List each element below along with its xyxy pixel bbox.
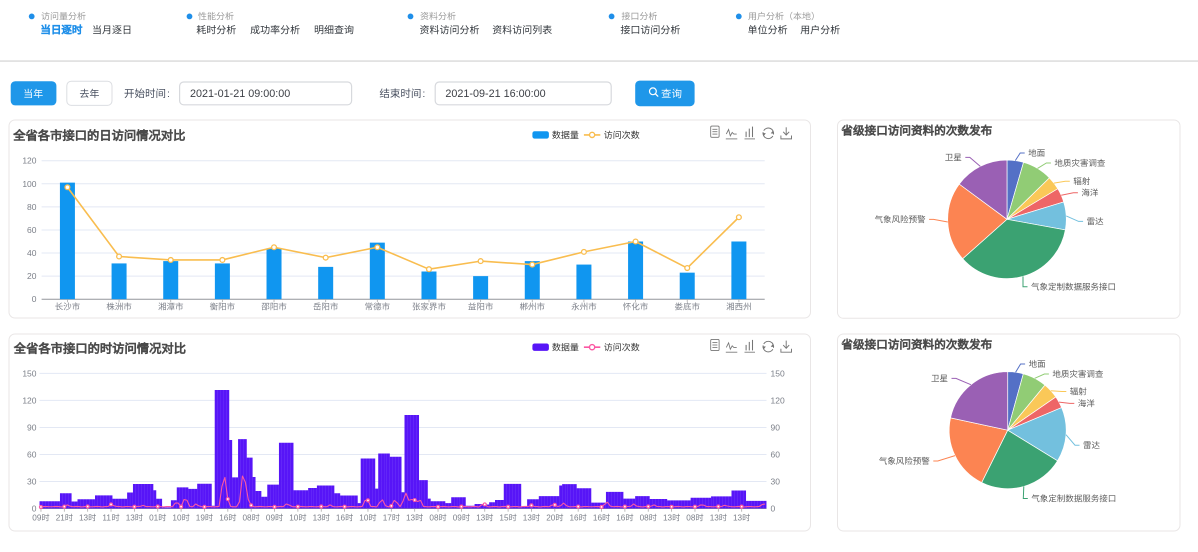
svg-text:13: 13	[733, 514, 743, 523]
svg-text:13: 13	[126, 514, 136, 523]
svg-text:2021-01-21 09:00:00: 2021-01-21 09:00:00	[190, 88, 290, 100]
svg-text:13: 13	[79, 514, 89, 523]
svg-text:13: 13	[710, 514, 720, 523]
svg-text:13: 13	[406, 514, 416, 523]
svg-text:16: 16	[570, 514, 580, 523]
svg-text:16: 16	[219, 514, 229, 523]
svg-text:09: 09	[453, 514, 463, 523]
svg-text:13: 13	[663, 514, 673, 523]
svg-text:100: 100	[22, 179, 36, 189]
svg-text:08: 08	[686, 514, 696, 523]
svg-text:30: 30	[27, 477, 37, 487]
svg-text:16: 16	[336, 514, 346, 523]
svg-text:09: 09	[32, 514, 42, 523]
svg-text:16: 16	[593, 514, 603, 523]
svg-text:80: 80	[27, 202, 37, 212]
svg-text:10: 10	[359, 514, 369, 523]
svg-text:120: 120	[771, 395, 785, 405]
svg-text:16: 16	[616, 514, 626, 523]
svg-text:10: 10	[172, 514, 182, 523]
svg-text:01: 01	[149, 514, 159, 523]
svg-text:150: 150	[771, 368, 785, 378]
svg-text:120: 120	[22, 156, 36, 166]
svg-text:17: 17	[383, 514, 393, 523]
svg-text:60: 60	[771, 450, 781, 460]
svg-text:10: 10	[289, 514, 299, 523]
svg-text:30: 30	[771, 477, 781, 487]
svg-text:2021-09-21 16:00:00: 2021-09-21 16:00:00	[445, 88, 545, 100]
svg-text:0: 0	[771, 504, 776, 514]
svg-text:11: 11	[102, 514, 111, 523]
svg-text::: :	[167, 88, 170, 100]
svg-text::: :	[422, 88, 425, 100]
svg-text:15: 15	[499, 514, 509, 523]
svg-text:40: 40	[27, 248, 37, 258]
svg-text:20: 20	[27, 271, 37, 281]
svg-text:21: 21	[56, 514, 66, 523]
svg-text:13: 13	[523, 514, 533, 523]
svg-text:90: 90	[27, 422, 37, 432]
svg-text:150: 150	[22, 368, 36, 378]
svg-text:90: 90	[771, 422, 781, 432]
svg-text:08: 08	[640, 514, 650, 523]
svg-text:08: 08	[429, 514, 439, 523]
svg-text:120: 120	[22, 395, 36, 405]
svg-text:0: 0	[32, 504, 37, 514]
svg-text:09: 09	[266, 514, 276, 523]
svg-text:13: 13	[313, 514, 323, 523]
svg-text:0: 0	[32, 294, 37, 304]
svg-text:19: 19	[196, 514, 206, 523]
svg-text:20: 20	[546, 514, 556, 523]
svg-text:08: 08	[243, 514, 253, 523]
svg-text:13: 13	[476, 514, 486, 523]
svg-text:60: 60	[27, 450, 37, 460]
svg-text:60: 60	[27, 225, 37, 235]
